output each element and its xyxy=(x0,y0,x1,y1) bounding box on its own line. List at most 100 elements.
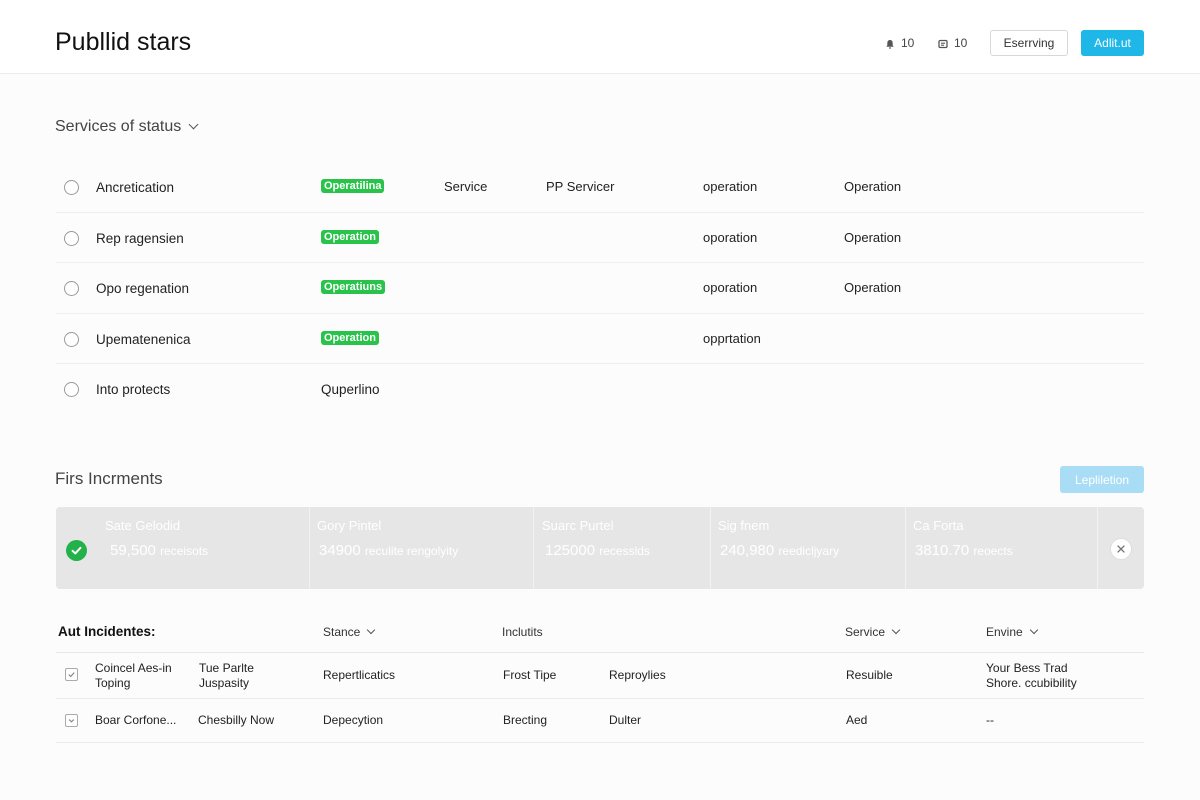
service-col6: Operation xyxy=(844,179,902,194)
increment-cell-value: 34900 reculite rengolyity xyxy=(319,542,458,559)
increment-value-number: 34900 xyxy=(319,542,361,559)
services-section-title[interactable]: Services of status xyxy=(55,118,199,136)
column-header-incidents[interactable]: Inclutits xyxy=(502,625,543,639)
service-col5: oporation xyxy=(703,280,758,295)
close-icon[interactable] xyxy=(1110,538,1132,560)
increment-value-unit: reculite rengolyity xyxy=(364,544,459,558)
chevron-down-icon xyxy=(367,625,376,635)
increment-value-unit: reedicljyary xyxy=(778,544,840,558)
incident-cell: Dulter xyxy=(609,713,642,727)
status-badge: Operatiuns xyxy=(321,280,386,294)
column-header-label: Envine xyxy=(986,625,1023,639)
status-badge: Operation xyxy=(321,229,379,244)
notifications-count: 10 xyxy=(901,36,915,50)
services-title-text: Services of status xyxy=(55,118,182,135)
chevron-down-icon xyxy=(188,119,199,130)
service-radio[interactable] xyxy=(64,382,79,397)
incident-cell: Your Bess Trad Shore. ccubibility xyxy=(986,661,1077,691)
add-button[interactable]: Adlit.ut xyxy=(1081,30,1144,56)
incidents-table-header: Aut Incidentes: Stance Inclutits Service… xyxy=(56,615,1144,653)
incident-cell: Coincel Aes-in Toping xyxy=(95,661,172,691)
service-name: Ancretication xyxy=(96,180,175,195)
service-name: Into protects xyxy=(96,382,171,397)
service-row[interactable]: Into protects Quperlino xyxy=(56,364,1144,415)
increment-cell-value: 125000 recesslds xyxy=(545,542,650,559)
serving-button[interactable]: Eserrving xyxy=(990,30,1068,56)
increment-cell-value: 240,980 reedicljyary xyxy=(720,542,839,559)
increments-banner: Sate Gelodid 59,500 receisots Gory Pinte… xyxy=(56,507,1144,589)
service-radio[interactable] xyxy=(64,281,79,296)
incident-cell: Tue Parlte Juspasity xyxy=(199,661,254,691)
top-header: Publlid stars 10 10 Eserrving Adlit.ut xyxy=(0,0,1200,74)
incident-cell: Resuible xyxy=(846,668,893,682)
increments-section-title: Firs Incrments xyxy=(55,469,163,488)
increment-cell-title: Gory Pintel xyxy=(317,518,382,533)
column-header-label: Stance xyxy=(323,625,361,639)
incident-cell: Brecting xyxy=(503,713,548,727)
incident-cell-line: Your Bess Trad xyxy=(986,661,1068,675)
incident-cell: -- xyxy=(986,713,994,727)
messages-counter[interactable]: 10 xyxy=(938,36,967,50)
chevron-down-icon xyxy=(891,625,901,635)
service-name: Upematenenica xyxy=(96,331,191,347)
column-header-status[interactable]: Stance xyxy=(323,625,376,639)
service-row[interactable]: Ancretication Operatilina Service PP Ser… xyxy=(56,162,1144,213)
increment-cell: Ca Forta 3810.70 reoects xyxy=(906,507,1098,589)
services-list: Ancretication Operatilina Service PP Ser… xyxy=(56,162,1144,415)
column-header-label: Service xyxy=(845,625,886,639)
increment-cell: Suarc Purtel 125000 recesslds xyxy=(534,507,711,589)
incident-cell-line: Shore. ccubibility xyxy=(986,676,1077,690)
table-row[interactable]: Coincel Aes-in Toping Tue Parlte Juspasity… xyxy=(56,653,1144,699)
messages-count: 10 xyxy=(954,36,968,50)
increment-value-number: 125000 xyxy=(545,542,596,559)
incident-cell-line: Tue Parlte xyxy=(199,661,254,675)
incident-cell: Depecytion xyxy=(323,713,384,727)
incidents-table: Aut Incidentes: Stance Inclutits Service… xyxy=(56,615,1144,743)
increment-cell: Sig fnem 240,980 reedicljyary xyxy=(711,507,906,589)
increment-cell-value: 3810.70 reoects xyxy=(915,542,1013,559)
incident-cell: Reproylies xyxy=(609,668,666,682)
service-col5: opprtation xyxy=(703,330,761,346)
incident-cell-line: Coincel Aes-in xyxy=(95,661,172,675)
service-col6: Operation xyxy=(844,229,902,245)
column-header-service[interactable]: Service xyxy=(845,625,901,639)
increment-value-unit: reoects xyxy=(973,544,1013,558)
check-circle-icon xyxy=(66,540,87,561)
table-row[interactable]: Boar Corfone... Chesbilly Now Depecytion… xyxy=(56,699,1144,743)
increment-cell-title: Sate Gelodid xyxy=(105,518,181,533)
increment-value-number: 59,500 xyxy=(110,542,156,559)
increment-cell-value: 59,500 receisots xyxy=(110,542,208,559)
row-checkbox[interactable] xyxy=(65,668,78,681)
notifications-counter[interactable]: 10 xyxy=(885,36,914,50)
service-radio[interactable] xyxy=(64,180,79,195)
increment-cell: Gory Pintel 34900 reculite rengolyity xyxy=(310,507,534,589)
service-row[interactable]: Opo regenation Operatiuns oporation Oper… xyxy=(56,263,1144,314)
service-radio[interactable] xyxy=(64,230,79,246)
replication-button[interactable]: Lepliletion xyxy=(1060,466,1144,493)
increment-value-number: 3810.70 xyxy=(915,542,970,559)
increment-value-unit: receisots xyxy=(160,544,209,558)
message-icon xyxy=(938,38,948,49)
service-radio[interactable] xyxy=(64,331,79,347)
status-badge: Operatilina xyxy=(321,179,385,193)
service-col5: operation xyxy=(703,179,758,194)
bell-icon xyxy=(885,38,895,49)
increment-cell: Sate Gelodid 59,500 receisots xyxy=(98,507,310,589)
service-row[interactable]: Rep ragensien Operation oporation Operat… xyxy=(56,213,1144,263)
status-badge: Operation xyxy=(321,330,379,345)
service-col6: Operation xyxy=(844,280,902,295)
row-checkbox[interactable] xyxy=(65,714,78,727)
app-title: Publlid stars xyxy=(55,28,192,56)
incident-cell: Repertlicatics xyxy=(323,668,396,682)
service-col5: oporation xyxy=(703,229,758,245)
column-header-envine[interactable]: Envine xyxy=(986,625,1038,639)
incident-cell: Aed xyxy=(846,713,868,727)
incident-cell: Boar Corfone... xyxy=(95,713,177,727)
increment-cell-title: Ca Forta xyxy=(913,518,964,533)
chevron-down-icon xyxy=(1029,625,1038,635)
incident-cell: Chesbilly Now xyxy=(198,713,275,727)
service-name: Opo regenation xyxy=(96,281,190,296)
service-col4: PP Servicer xyxy=(546,179,615,194)
service-row[interactable]: Upematenenica Operation opprtation xyxy=(56,314,1144,364)
incidents-title: Aut Incidentes: xyxy=(58,624,156,639)
